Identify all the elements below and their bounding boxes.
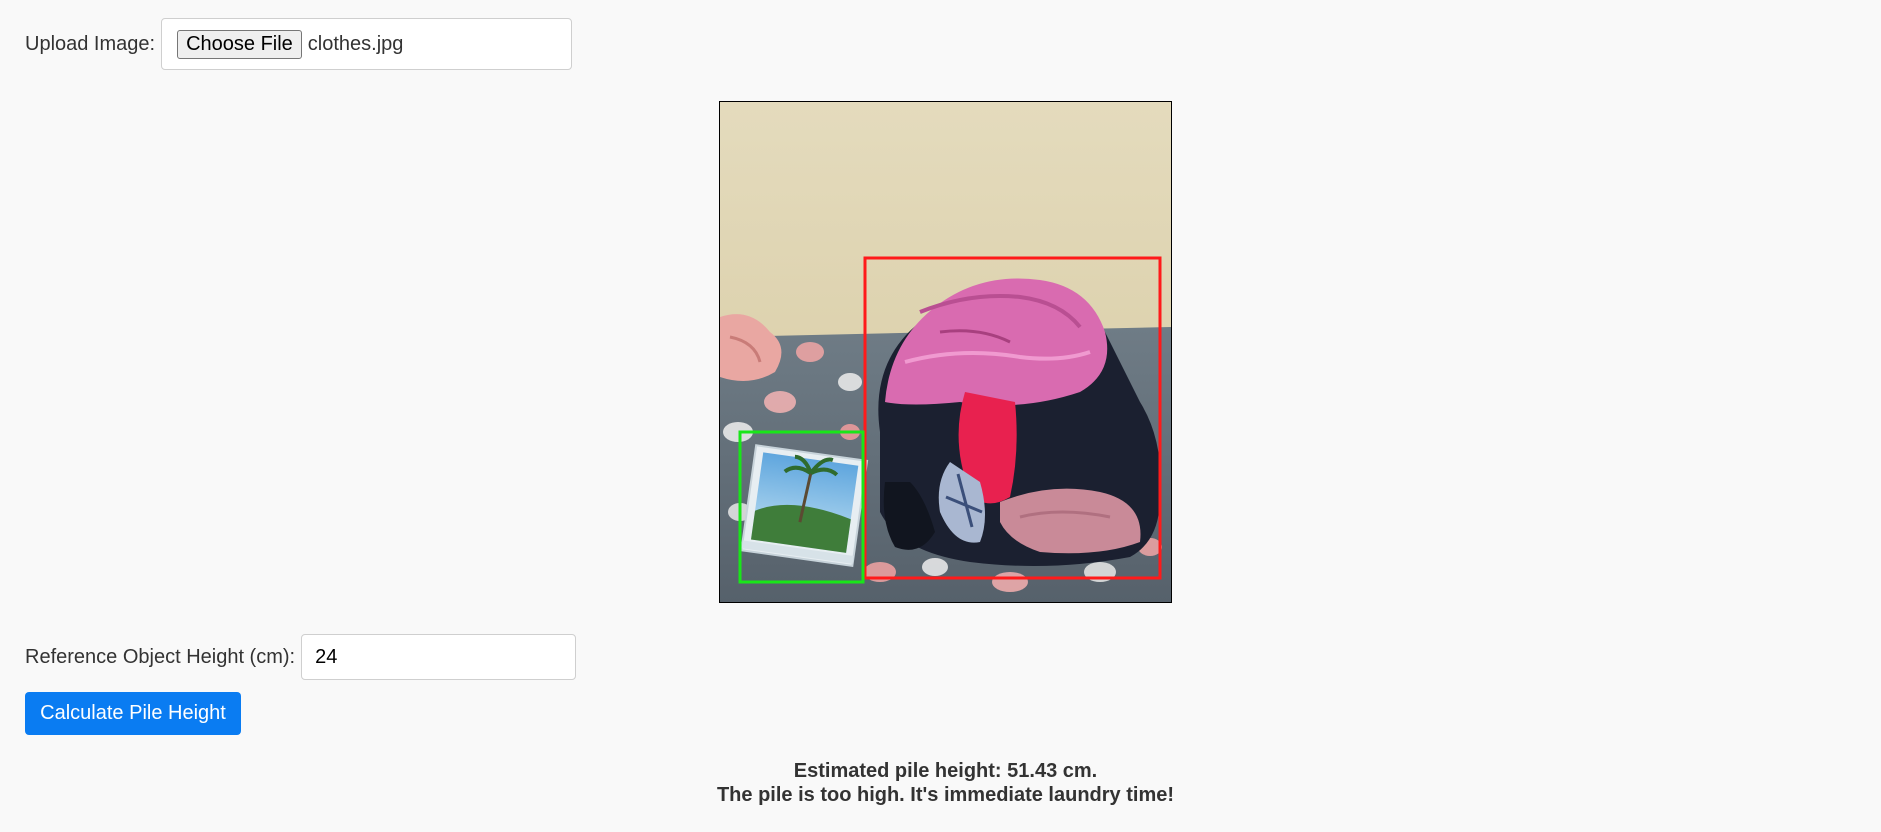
upload-row: Upload Image: Choose File clothes.jpg — [25, 18, 573, 70]
estimated-height-text: Estimated pile height: 51.43 cm. — [793, 760, 1098, 782]
file-input[interactable]: Choose File clothes.jpg — [161, 18, 573, 70]
result-message: Estimated pile height: 51.43 cm. The pil… — [0, 759, 1881, 807]
image-preview — [719, 101, 1172, 603]
selected-file-name: clothes.jpg — [307, 32, 404, 55]
choose-file-button[interactable]: Choose File — [177, 29, 302, 59]
annotated-photo — [720, 102, 1171, 602]
reference-height-label: Reference Object Height (cm): — [25, 645, 296, 668]
calculate-pile-height-button[interactable]: Calculate Pile Height — [25, 692, 241, 735]
book — [740, 444, 869, 567]
upload-label: Upload Image: — [25, 32, 156, 55]
reference-height-input[interactable] — [301, 634, 577, 680]
laundry-verdict-text: The pile is too high. It's immediate lau… — [716, 784, 1175, 806]
reference-row: Reference Object Height (cm): — [25, 634, 577, 680]
